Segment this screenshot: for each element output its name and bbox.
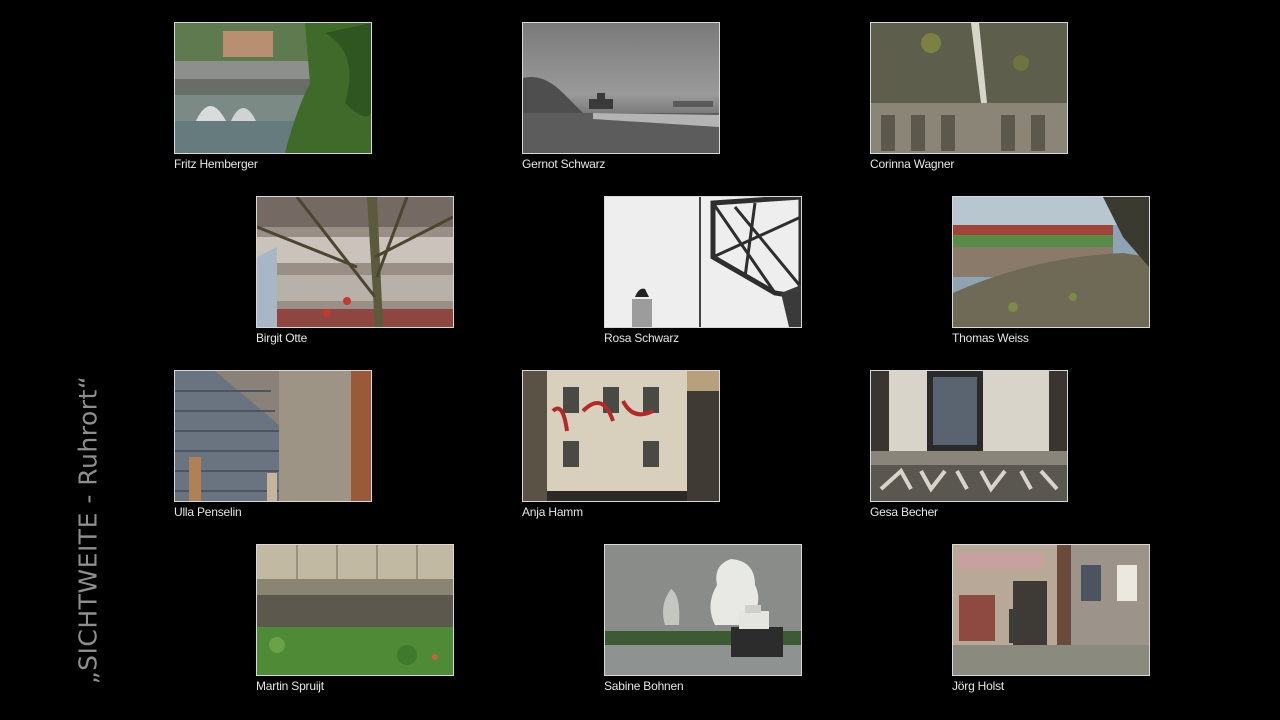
photo-thumbnail[interactable] <box>952 544 1150 676</box>
photo-tile[interactable]: Ulla Penselin <box>174 370 372 519</box>
photo-thumbnail[interactable] <box>522 22 720 154</box>
photo-thumbnail[interactable] <box>870 370 1068 502</box>
photo-tile[interactable]: Gernot Schwarz <box>522 22 720 171</box>
photographer-name: Gernot Schwarz <box>522 157 606 171</box>
photo-thumbnail[interactable] <box>952 196 1150 328</box>
photo-thumbnail[interactable] <box>256 196 454 328</box>
photo-thumbnail[interactable] <box>604 544 802 676</box>
photo-tile[interactable]: Corinna Wagner <box>870 22 1068 171</box>
photographer-name: Anja Hamm <box>522 505 583 519</box>
photographer-name: Sabine Bohnen <box>604 679 684 693</box>
photo-tile[interactable]: Thomas Weiss <box>952 196 1150 345</box>
photo-thumbnail[interactable] <box>604 196 802 328</box>
photographer-name: Ulla Penselin <box>174 505 242 519</box>
photo-thumbnail[interactable] <box>174 22 372 154</box>
photo-thumbnail[interactable] <box>522 370 720 502</box>
photographer-name: Rosa Schwarz <box>604 331 679 345</box>
photo-tile[interactable]: Sabine Bohnen <box>604 544 802 693</box>
photographer-name: Birgit Otte <box>256 331 308 345</box>
photographer-name: Martin Spruijt <box>256 679 324 693</box>
photo-tile[interactable]: Martin Spruijt <box>256 544 454 693</box>
photo-thumbnail[interactable] <box>870 22 1068 154</box>
exhibition-title: „SICHTWEITE - Ruhrort“ <box>73 375 103 685</box>
photo-thumbnail[interactable] <box>256 544 454 676</box>
photographer-name: Thomas Weiss <box>952 331 1029 345</box>
photographer-name: Jörg Holst <box>952 679 1005 693</box>
photo-tile[interactable]: Gesa Becher <box>870 370 1068 519</box>
photographer-name: Fritz Hemberger <box>174 157 258 171</box>
photographer-name: Corinna Wagner <box>870 157 955 171</box>
photo-tile[interactable]: Anja Hamm <box>522 370 720 519</box>
photo-tile[interactable]: Birgit Otte <box>256 196 454 345</box>
photographer-name: Gesa Becher <box>870 505 938 519</box>
photo-tile[interactable]: Rosa Schwarz <box>604 196 802 345</box>
photo-tile[interactable]: Fritz Hemberger <box>174 22 372 171</box>
photo-thumbnail[interactable] <box>174 370 372 502</box>
photo-tile[interactable]: Jörg Holst <box>952 544 1150 693</box>
